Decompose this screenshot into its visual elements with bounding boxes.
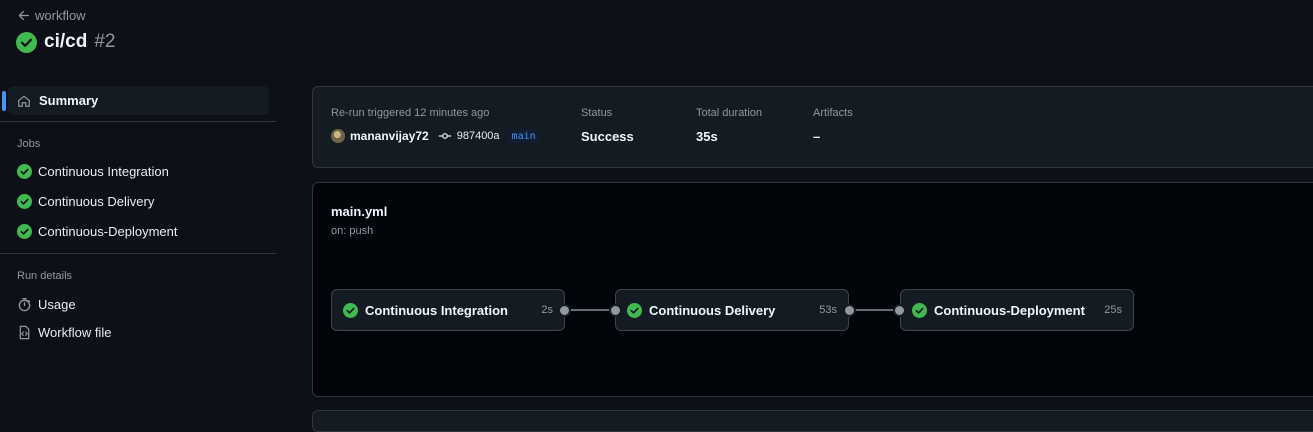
check-circle-icon — [17, 194, 32, 209]
run-details-heading: Run details — [17, 270, 73, 282]
job-node-continuous-delivery[interactable]: Continuous Delivery 53s — [615, 289, 849, 331]
git-commit-icon — [438, 133, 451, 139]
trigger-text: Re-run triggered 12 minutes ago — [331, 107, 490, 119]
job-name: Continuous-Deployment — [934, 302, 1085, 318]
next-section-card — [312, 410, 1313, 432]
stopwatch-icon — [18, 298, 31, 312]
file-code-icon — [19, 325, 30, 340]
avatar — [331, 129, 345, 143]
check-circle-icon — [16, 31, 37, 53]
job-connector — [566, 309, 614, 311]
job-node-continuous-deployment[interactable]: Continuous-Deployment 25s — [900, 289, 1134, 331]
sidebar-item-workflow-file[interactable]: Workflow file — [17, 325, 111, 340]
home-icon — [18, 95, 30, 107]
sidebar-job-label: Continuous Delivery — [38, 194, 155, 209]
active-indicator — [2, 91, 6, 111]
sidebar-job-label: Continuous-Deployment — [38, 224, 178, 239]
commit-sha-link[interactable]: 987400a — [457, 130, 500, 142]
sidebar-job-continuous-delivery[interactable]: Continuous Delivery — [17, 194, 154, 209]
sidebar-item-label: Usage — [38, 297, 76, 312]
check-circle-icon — [627, 302, 642, 318]
check-circle-icon — [912, 302, 927, 318]
arrow-left-icon — [18, 10, 30, 21]
check-circle-icon — [343, 302, 358, 318]
job-connector — [851, 309, 899, 311]
check-circle-icon — [17, 224, 32, 239]
sidebar-item-label: Summary — [39, 93, 99, 108]
sidebar-divider — [0, 253, 276, 254]
sidebar-job-continuous-integration[interactable]: Continuous Integration — [17, 164, 169, 179]
status-label: Status — [581, 107, 613, 119]
sidebar-item-usage[interactable]: Usage — [17, 297, 76, 312]
page-title: ci/cd #2 — [16, 31, 115, 53]
sidebar-divider — [0, 121, 276, 122]
workflow-trigger: on: push — [331, 225, 374, 237]
actor-username[interactable]: mananvijay72 — [350, 129, 429, 143]
artifacts-value: – — [813, 129, 821, 144]
check-circle-icon — [17, 164, 32, 179]
workflow-file-name: main.yml — [331, 204, 388, 219]
connector-dot — [558, 304, 571, 317]
branch-badge[interactable]: main — [507, 129, 540, 143]
connector-dot — [843, 304, 856, 317]
back-link-label: workflow — [35, 8, 86, 23]
duration-label: Total duration — [696, 107, 763, 119]
sidebar-job-label: Continuous Integration — [38, 164, 169, 179]
connector-dot — [609, 304, 622, 317]
run-actor: mananvijay72 987400a main — [331, 129, 540, 143]
jobs-heading: Jobs — [17, 138, 41, 150]
duration-value: 35s — [696, 129, 718, 144]
workflow-run-title: ci/cd — [44, 31, 88, 52]
sidebar-item-label: Workflow file — [38, 325, 112, 340]
job-duration: 2s — [541, 304, 553, 316]
connector-dot — [893, 304, 906, 317]
artifacts-label: Artifacts — [813, 107, 853, 119]
sidebar-job-continuous-deployment[interactable]: Continuous-Deployment — [17, 224, 177, 239]
run-summary-card — [312, 86, 1313, 168]
job-duration: 53s — [819, 304, 837, 316]
run-number: #2 — [94, 31, 116, 52]
job-name: Continuous Integration — [365, 302, 508, 318]
sidebar-item-summary[interactable]: Summary — [2, 86, 269, 115]
status-value: Success — [581, 129, 634, 144]
job-duration: 25s — [1104, 304, 1122, 316]
job-name: Continuous Delivery — [649, 302, 776, 318]
job-node-continuous-integration[interactable]: Continuous Integration 2s — [331, 289, 565, 331]
back-to-workflow-link[interactable]: workflow — [17, 8, 86, 23]
